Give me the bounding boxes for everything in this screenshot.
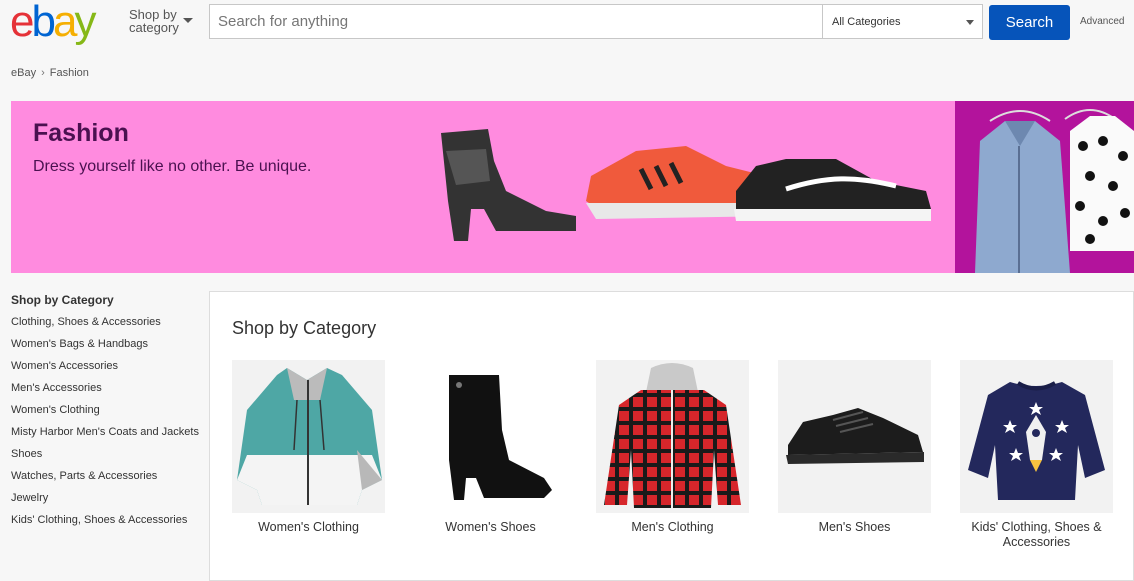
search-input[interactable]	[210, 5, 822, 38]
sidebar-item[interactable]: Women's Clothing	[11, 404, 201, 417]
sidebar-item[interactable]: Men's Accessories	[11, 382, 201, 395]
shop-by-label-line2: category	[129, 20, 179, 35]
breadcrumb: eBay › Fashion	[11, 67, 89, 79]
chevron-down-icon	[966, 20, 974, 25]
hero-shoes-image	[441, 129, 931, 241]
jacket-image	[232, 360, 385, 513]
ebay-logo[interactable]: ebay	[10, 0, 96, 46]
logo-letter-b: b	[31, 0, 56, 46]
plaid-shirt-image	[596, 360, 749, 513]
sidebar-item[interactable]: Watches, Parts & Accessories	[11, 470, 201, 483]
logo-letter-a: a	[52, 0, 78, 46]
shop-by-category-button[interactable]: Shop by category	[129, 8, 193, 35]
category-card-womens-clothing[interactable]: Women's Clothing	[232, 360, 385, 535]
sidebar-categories: Shop by Category Clothing, Shoes & Acces…	[11, 293, 201, 536]
category-card-kids-clothing[interactable]: Kids' Clothing, Shoes & Accessories	[960, 360, 1113, 550]
sidebar-item[interactable]: Clothing, Shoes & Accessories	[11, 316, 201, 329]
sidebar-item[interactable]: Jewelry	[11, 492, 201, 505]
chevron-down-icon	[183, 18, 193, 23]
header: ebay Shop by category All Categories Sea…	[0, 0, 1134, 44]
sidebar-item[interactable]: Women's Accessories	[11, 360, 201, 373]
breadcrumb-separator-icon: ›	[41, 67, 45, 79]
category-card-mens-shoes[interactable]: Men's Shoes	[778, 360, 931, 535]
sidebar-item[interactable]: Women's Bags & Handbags	[11, 338, 201, 351]
category-select-value: All Categories	[832, 16, 901, 28]
panel-title: Shop by Category	[232, 318, 377, 338]
category-card-mens-clothing[interactable]: Men's Clothing	[596, 360, 749, 535]
hanging-clothes-image	[975, 109, 1134, 273]
sidebar-item[interactable]: Shoes	[11, 448, 201, 461]
category-label: Men's Clothing	[631, 520, 714, 534]
kids-sweater-image	[960, 360, 1113, 513]
hero-banner[interactable]: Fashion Dress yourself like no other. Be…	[11, 101, 1134, 273]
category-card-womens-shoes[interactable]: Women's Shoes	[414, 360, 567, 535]
sneaker-image	[778, 360, 931, 513]
search-button[interactable]: Search	[989, 5, 1070, 40]
breadcrumb-home[interactable]: eBay	[11, 67, 36, 79]
logo-letter-e: e	[10, 0, 35, 46]
category-label: Women's Clothing	[258, 520, 359, 534]
category-label: Women's Shoes	[445, 520, 536, 534]
hero-title: Fashion	[33, 119, 129, 147]
boot-image	[414, 360, 567, 513]
hero-accent-panel	[955, 101, 1134, 273]
search-box: All Categories	[209, 4, 983, 39]
sidebar-item[interactable]: Misty Harbor Men's Coats and Jackets	[11, 426, 201, 439]
sidebar-item[interactable]: Kids' Clothing, Shoes & Accessories	[11, 514, 201, 527]
sidebar-title: Shop by Category	[11, 293, 114, 307]
logo-letter-y: y	[74, 0, 96, 46]
advanced-search-link[interactable]: Advanced	[1080, 16, 1124, 27]
category-label: Kids' Clothing, Shoes & Accessories	[971, 520, 1102, 549]
category-select[interactable]: All Categories	[822, 5, 982, 38]
breadcrumb-current: Fashion	[49, 67, 89, 79]
hero-subtitle: Dress yourself like no other. Be unique.	[33, 158, 312, 175]
shop-by-category-panel: Shop by Category Women's Clothing Women'…	[209, 291, 1134, 581]
category-label: Men's Shoes	[818, 520, 891, 534]
